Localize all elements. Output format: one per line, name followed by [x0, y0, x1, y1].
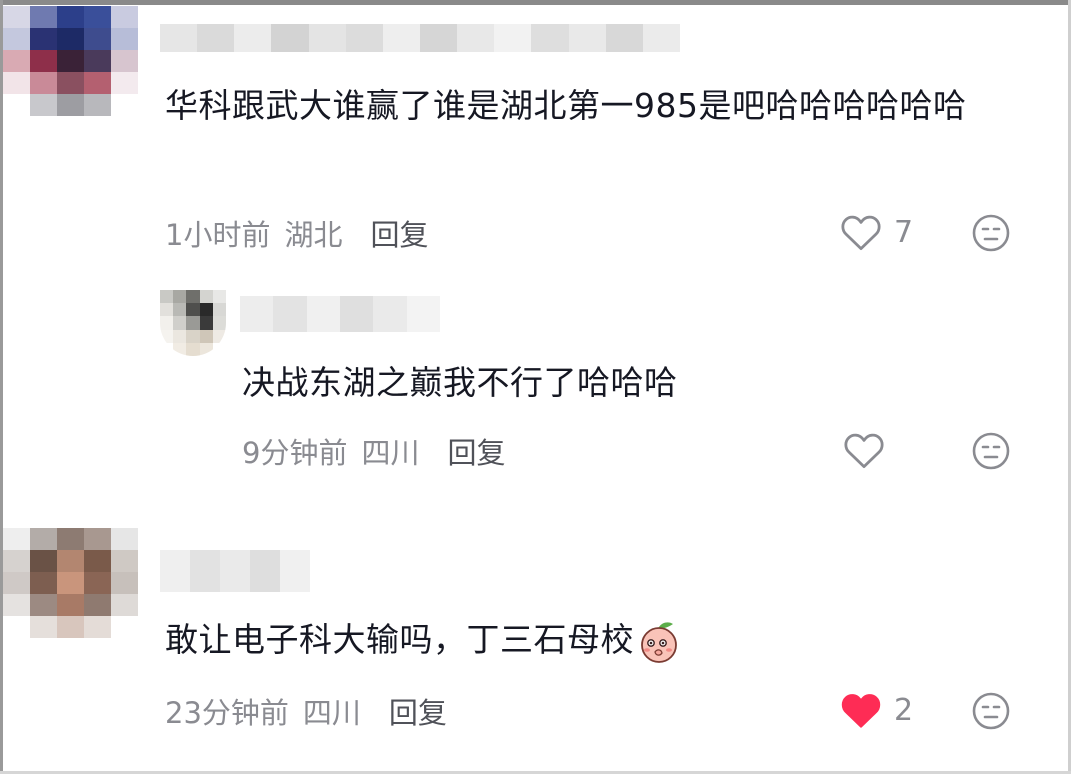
- dislike-button[interactable]: [971, 691, 1011, 731]
- comment-meta: 9分钟前 四川 回复: [242, 430, 505, 472]
- reply-button[interactable]: 回复: [370, 212, 428, 254]
- comment-meta: 1小时前 湖北 回复: [165, 212, 428, 254]
- username-blurred[interactable]: [160, 550, 310, 592]
- peach-emoji-icon: [636, 619, 682, 665]
- comment-time: 9分钟前: [242, 436, 348, 470]
- heart-icon[interactable]: [840, 212, 882, 252]
- dislike-button[interactable]: [971, 431, 1011, 471]
- comment-location: 四川: [302, 696, 361, 730]
- comment-text: 华科跟武大谁赢了谁是湖北第一985是吧哈哈哈哈哈哈: [165, 86, 967, 125]
- comment-time: 23分钟前: [165, 696, 289, 730]
- like-button[interactable]: 2: [840, 690, 913, 730]
- avatar[interactable]: [3, 6, 138, 116]
- comment-time: 1小时前: [165, 218, 271, 252]
- dislike-face-icon[interactable]: [971, 213, 1011, 253]
- comment-text-content: 敢让电子科大输吗，丁三石母校: [165, 620, 634, 659]
- comment-text: 敢让电子科大输吗，丁三石母校: [165, 612, 985, 668]
- reply-button[interactable]: 回复: [447, 430, 505, 472]
- heart-icon[interactable]: [840, 690, 882, 730]
- username-blurred[interactable]: [160, 24, 680, 52]
- heart-icon[interactable]: [843, 430, 885, 470]
- reply-button[interactable]: 回复: [389, 690, 447, 732]
- dislike-face-icon[interactable]: [971, 431, 1011, 471]
- window-frame-top: [0, 0, 1071, 5]
- avatar[interactable]: [3, 528, 138, 638]
- window-frame-left: [0, 0, 3, 774]
- dislike-button[interactable]: [971, 213, 1011, 253]
- dislike-face-icon[interactable]: [971, 691, 1011, 731]
- like-count: 2: [894, 692, 914, 728]
- comment-location: 四川: [361, 436, 420, 470]
- comment-location: 湖北: [284, 218, 343, 252]
- username-blurred[interactable]: [240, 296, 440, 332]
- like-button[interactable]: [843, 430, 897, 470]
- comment-text: 决战东湖之巅我不行了哈哈哈: [242, 363, 678, 402]
- comment-meta: 23分钟前 四川 回复: [165, 690, 447, 732]
- like-button[interactable]: 7: [840, 212, 913, 252]
- avatar[interactable]: [160, 290, 226, 356]
- like-count: 7: [894, 214, 914, 250]
